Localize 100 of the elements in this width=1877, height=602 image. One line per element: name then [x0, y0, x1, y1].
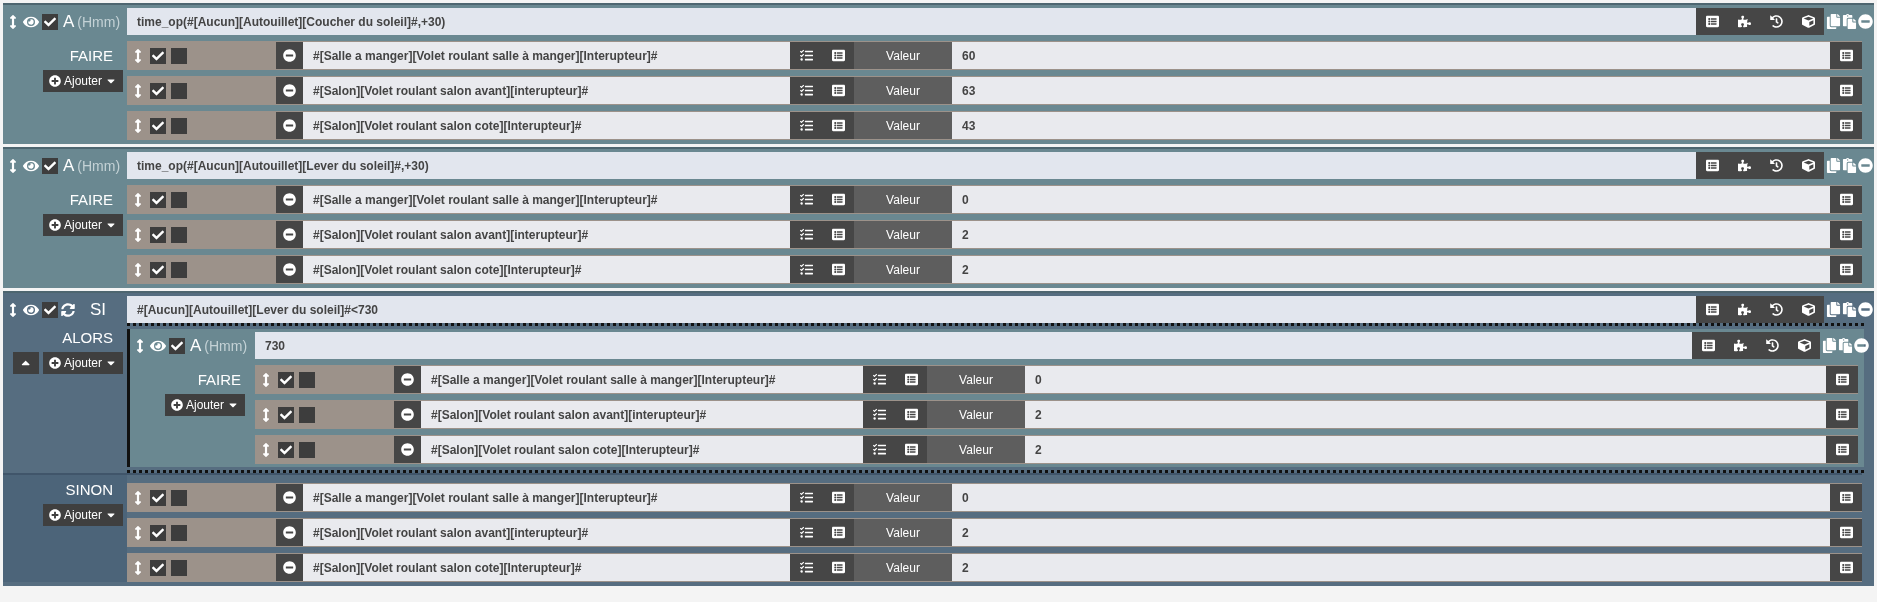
value-field[interactable]: 2	[952, 256, 1830, 283]
enable-checkbox[interactable]	[150, 261, 166, 278]
value-field[interactable]: 43	[952, 112, 1830, 139]
enable-checkbox[interactable]	[150, 117, 166, 134]
remove-button[interactable]	[394, 401, 421, 428]
remove-icon[interactable]	[1858, 158, 1873, 173]
paste-icon[interactable]	[1842, 302, 1857, 317]
option-checkbox[interactable]	[299, 441, 315, 458]
list-button[interactable]	[1830, 77, 1862, 104]
option-checkbox[interactable]	[171, 261, 187, 278]
value-field[interactable]: 2	[1025, 401, 1826, 428]
value-field[interactable]: 0	[952, 484, 1830, 511]
enable-checkbox[interactable]	[150, 82, 166, 99]
remove-button[interactable]	[276, 186, 303, 213]
enable-checkbox[interactable]	[150, 559, 166, 576]
copy-icon[interactable]	[1826, 14, 1841, 29]
list-button[interactable]	[1830, 42, 1862, 69]
command-field[interactable]: #[Salle a manger][Volet roulant salle à manger][Interupteur]#	[421, 366, 863, 393]
option-checkbox[interactable]	[299, 406, 315, 423]
paste-icon[interactable]	[1842, 158, 1857, 173]
list-button[interactable]	[1830, 221, 1862, 248]
enable-checkbox[interactable]	[42, 157, 58, 174]
add-button[interactable]: Ajouter	[42, 504, 123, 526]
add-button[interactable]: Ajouter	[42, 70, 123, 92]
refresh-icon[interactable]	[61, 302, 75, 317]
enable-checkbox[interactable]	[278, 441, 294, 458]
enable-checkbox[interactable]	[278, 406, 294, 423]
command-field[interactable]: #[Salon][Volet roulant salon avant][interupteur]#	[303, 519, 790, 546]
command-field[interactable]: #[Salle a manger][Volet roulant salle à manger][Interupteur]#	[303, 186, 790, 213]
value-field[interactable]: 2	[952, 519, 1830, 546]
remove-button[interactable]	[276, 112, 303, 139]
value-field[interactable]: 2	[952, 554, 1830, 581]
option-checkbox[interactable]	[171, 489, 187, 506]
enable-checkbox[interactable]	[150, 191, 166, 208]
value-field[interactable]: 0	[1025, 366, 1826, 393]
remove-icon[interactable]	[1858, 302, 1873, 317]
remove-button[interactable]	[276, 484, 303, 511]
value-field[interactable]: 2	[1025, 436, 1826, 463]
add-button[interactable]: Ajouter	[164, 394, 245, 416]
copy-icon[interactable]	[1822, 338, 1837, 353]
command-field[interactable]: #[Salon][Volet roulant salon avant][interupteur]#	[421, 401, 863, 428]
enable-checkbox[interactable]	[278, 371, 294, 388]
enable-checkbox[interactable]	[42, 301, 58, 318]
command-field[interactable]: #[Salon][Volet roulant salon cote][Interupteur]#	[303, 112, 790, 139]
list-button[interactable]	[1826, 401, 1858, 428]
enable-checkbox[interactable]	[150, 524, 166, 541]
value-field[interactable]: 63	[952, 77, 1830, 104]
command-field[interactable]: #[Salon][Volet roulant salon cote][Interupteur]#	[303, 256, 790, 283]
enable-checkbox[interactable]	[150, 489, 166, 506]
remove-icon[interactable]	[1858, 14, 1873, 29]
option-checkbox[interactable]	[171, 82, 187, 99]
list-button[interactable]	[1830, 186, 1862, 213]
option-checkbox[interactable]	[299, 371, 315, 388]
expression-field[interactable]: time_op(#[Aucun][Autouillet][Coucher du soleil]#,+30)	[127, 8, 1696, 35]
copy-icon[interactable]	[1826, 158, 1841, 173]
command-field[interactable]: #[Salon][Volet roulant salon avant][interupteur]#	[303, 77, 790, 104]
expression-field[interactable]: #[Aucun][Autouillet][Lever du soleil]#<730	[127, 296, 1696, 323]
value-field[interactable]: 60	[952, 42, 1830, 69]
option-checkbox[interactable]	[171, 117, 187, 134]
paste-icon[interactable]	[1838, 338, 1853, 353]
enable-checkbox[interactable]	[169, 337, 185, 354]
enable-checkbox[interactable]	[150, 226, 166, 243]
value-field[interactable]: 0	[952, 186, 1830, 213]
list-button[interactable]	[1830, 484, 1862, 511]
list-button[interactable]	[1826, 366, 1858, 393]
command-field[interactable]: #[Salon][Volet roulant salon avant][interupteur]#	[303, 221, 790, 248]
remove-button[interactable]	[394, 436, 421, 463]
list-button[interactable]	[1826, 436, 1858, 463]
paste-icon[interactable]	[1842, 14, 1857, 29]
enable-checkbox[interactable]	[42, 13, 58, 30]
list-button[interactable]	[1830, 112, 1862, 139]
option-checkbox[interactable]	[171, 559, 187, 576]
remove-icon[interactable]	[1854, 338, 1869, 353]
list-button[interactable]	[1830, 554, 1862, 581]
command-field[interactable]: #[Salle a manger][Volet roulant salle à manger][Interupteur]#	[303, 484, 790, 511]
add-button[interactable]: Ajouter	[42, 352, 123, 374]
list-button[interactable]	[1830, 519, 1862, 546]
remove-button[interactable]	[276, 519, 303, 546]
remove-button[interactable]	[276, 42, 303, 69]
remove-button[interactable]	[276, 77, 303, 104]
list-icon	[831, 263, 845, 276]
command-field[interactable]: #[Salle a manger][Volet roulant salle à manger][Interupteur]#	[303, 42, 790, 69]
command-field[interactable]: #[Salon][Volet roulant salon cote][Interupteur]#	[303, 554, 790, 581]
command-field[interactable]: #[Salon][Volet roulant salon cote][Interupteur]#	[421, 436, 863, 463]
value-field[interactable]: 2	[952, 221, 1830, 248]
expression-field[interactable]: 730	[255, 332, 1692, 359]
expression-field[interactable]: time_op(#[Aucun][Autouillet][Lever du soleil]#,+30)	[127, 152, 1696, 179]
option-checkbox[interactable]	[171, 226, 187, 243]
collapse-button[interactable]	[12, 352, 39, 374]
option-checkbox[interactable]	[171, 524, 187, 541]
remove-button[interactable]	[276, 256, 303, 283]
copy-icon[interactable]	[1826, 302, 1841, 317]
remove-button[interactable]	[276, 221, 303, 248]
remove-button[interactable]	[276, 554, 303, 581]
add-button[interactable]: Ajouter	[42, 214, 123, 236]
list-button[interactable]	[1830, 256, 1862, 283]
enable-checkbox[interactable]	[150, 47, 166, 64]
option-checkbox[interactable]	[171, 47, 187, 64]
remove-button[interactable]	[394, 366, 421, 393]
option-checkbox[interactable]	[171, 191, 187, 208]
